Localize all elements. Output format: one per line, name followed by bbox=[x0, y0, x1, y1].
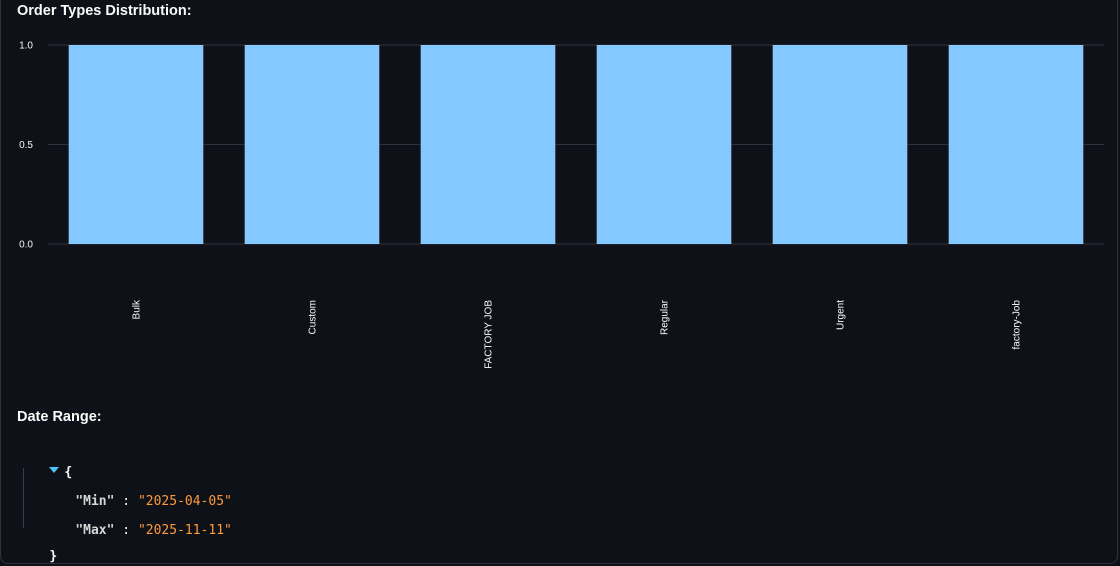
json-close-line: } bbox=[18, 530, 57, 566]
json-close-brace: } bbox=[49, 549, 58, 564]
bar[interactable] bbox=[948, 45, 1084, 244]
bar[interactable] bbox=[772, 45, 908, 244]
x-category-label: Regular bbox=[660, 299, 671, 335]
x-category-label: Custom bbox=[308, 300, 319, 334]
json-value-max: "2025-11-11" bbox=[137, 523, 232, 538]
x-category-label: Bulk bbox=[132, 299, 143, 319]
date-range-heading: Date Range: bbox=[17, 409, 102, 425]
x-category-label: FACTORY JOB bbox=[484, 300, 495, 369]
bar[interactable] bbox=[420, 45, 556, 244]
y-tick-label: 0.5 bbox=[19, 140, 33, 151]
json-indent-guide bbox=[23, 468, 24, 528]
bar[interactable] bbox=[68, 45, 204, 244]
json-colon: : bbox=[114, 523, 138, 538]
collapse-caret-icon[interactable] bbox=[49, 467, 60, 473]
json-entry-max: "Max" : "2025-11-11" bbox=[44, 504, 232, 558]
bar[interactable] bbox=[596, 45, 732, 244]
y-tick-label: 1.0 bbox=[19, 41, 33, 52]
bar[interactable] bbox=[244, 45, 380, 244]
x-category-label: factory-Job bbox=[1012, 300, 1023, 350]
y-tick-label: 0.0 bbox=[19, 240, 33, 251]
bar-chart: 0.0 0.5 1.0 Bulk Custom FACTORY JOB Regular Urg… bbox=[19, 41, 1104, 369]
x-category-label: Urgent bbox=[836, 300, 847, 330]
json-key-max: "Max" bbox=[75, 523, 115, 538]
